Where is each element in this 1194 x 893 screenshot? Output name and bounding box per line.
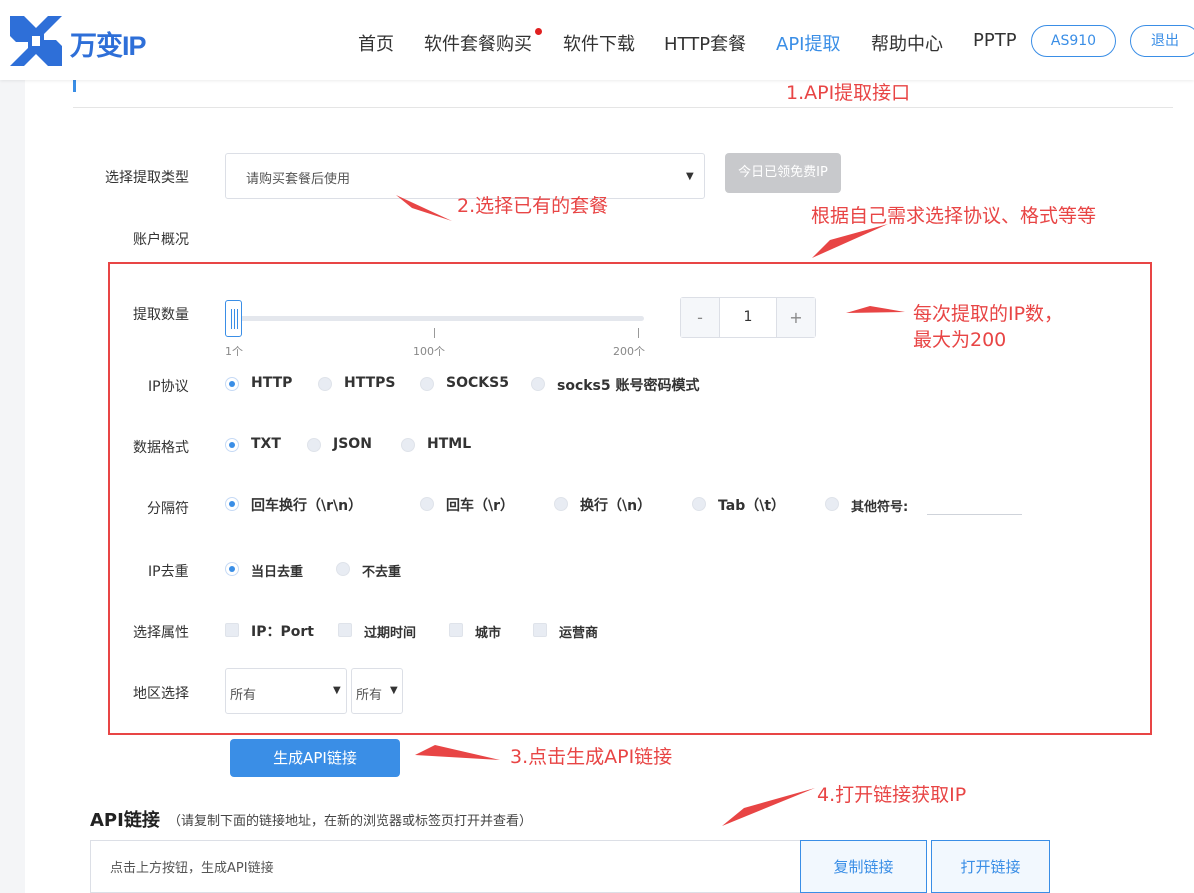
open-link-button[interactable]: 打开链接	[931, 840, 1050, 893]
free-ip-button[interactable]: 今日已领免费IP	[725, 153, 841, 193]
user-account-button[interactable]: AS910	[1031, 25, 1116, 57]
wanbian-logo-icon	[10, 16, 62, 66]
nav-help-center[interactable]: 帮助中心	[871, 30, 943, 56]
nav-download[interactable]: 软件下载	[563, 30, 635, 56]
annotation-ip-count-line1: 每次提取的IP数，	[913, 303, 1064, 325]
annotation-ip-count-line2: 最大为200	[913, 329, 1007, 351]
annotation-step-4: 4.打开链接获取IP	[817, 784, 967, 806]
top-header: 万变IP 首页 软件套餐购买 软件下载 HTTP套餐 API提取 帮助中心 PP…	[0, 0, 1194, 80]
account-overview-label: 账户概况	[133, 232, 189, 248]
logout-button[interactable]: 退出	[1130, 25, 1194, 57]
annotation-step-2: 2.选择已有的套餐	[457, 195, 609, 217]
nav-api-extract[interactable]: API提取	[776, 30, 840, 56]
new-badge-dot	[535, 28, 542, 35]
api-link-hint: （请复制下面的链接地址，在新的浏览器或标签页打开并查看）	[168, 814, 533, 829]
chevron-down-icon: ▼	[686, 171, 694, 182]
section-title-marker	[73, 80, 76, 92]
generate-api-link-button[interactable]: 生成API链接	[230, 739, 400, 777]
copy-link-button[interactable]: 复制链接	[800, 840, 927, 893]
annotation-step-3: 3.点击生成API链接	[510, 746, 673, 768]
annotation-step-1: 1.API提取接口	[786, 82, 911, 104]
extract-type-label: 选择提取类型	[105, 170, 189, 186]
nav-pptp[interactable]: PPTP	[973, 30, 1017, 51]
nav-http-package[interactable]: HTTP套餐	[664, 30, 746, 56]
extract-type-placeholder: 请购买套餐后使用	[246, 172, 351, 187]
api-link-placeholder: 点击上方按钮，生成API链接	[110, 861, 274, 876]
annotation-options-note: 根据自己需求选择协议、格式等等	[811, 205, 1097, 227]
api-link-title: API链接	[90, 810, 160, 831]
logo-text: 万变IP	[70, 31, 147, 61]
nav-home[interactable]: 首页	[358, 30, 394, 56]
section-divider	[73, 107, 1173, 108]
nav-buy-package[interactable]: 软件套餐购买	[424, 30, 532, 56]
